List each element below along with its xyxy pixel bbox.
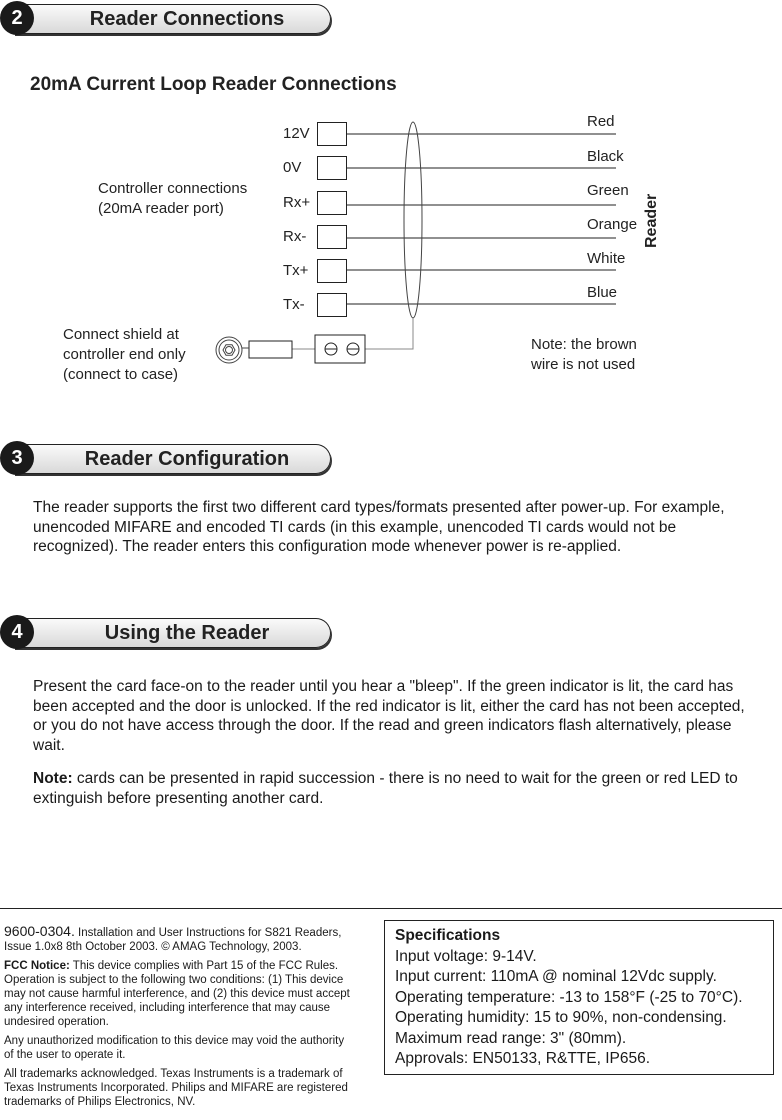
trademark-notice: All trademarks acknowledged. Texas Instr… [4, 1068, 348, 1108]
shield-note-line2: controller end only [63, 346, 186, 363]
fcc-label: FCC Notice: [4, 960, 70, 972]
doc-number: 9600-0304. [4, 923, 75, 939]
footer-divider [0, 908, 782, 909]
configuration-paragraph: The reader supports the first two differ… [33, 499, 725, 555]
brown-wire-note: Note: the brown wire is not used [531, 335, 637, 375]
shield-note: Connect shield at controller end only (c… [63, 325, 186, 385]
wire-label-red: Red [587, 113, 615, 130]
spec-line: Approvals: EN50133, R&TTE, IP656. [395, 1050, 651, 1067]
spec-line: Maximum read range: 3" (80mm). [395, 1029, 627, 1047]
fcc-notice: FCC Notice: This device complies with Pa… [4, 959, 354, 1029]
section-header-reader-configuration: 3 Reader Configuration [0, 441, 334, 475]
wire-label-white: White [587, 250, 626, 267]
modification-notice: Any unauthorized modification to this de… [4, 1035, 345, 1061]
ring-terminal-nut-icon [215, 336, 249, 364]
footer-doc-info: 9600-0304. Installation and User Instruc… [4, 924, 354, 954]
wire-label-black: Black [587, 148, 624, 165]
brown-wire-note-line2: wire is not used [531, 356, 636, 373]
reader-label: Reader [643, 193, 660, 248]
wire-label-orange: Orange [587, 216, 638, 233]
spec-line: Operating humidity: 15 to 90%, non-conde… [395, 1009, 727, 1026]
section-number-badge: 3 [0, 441, 34, 475]
shield-note-line1: Connect shield at [63, 326, 179, 343]
section-title: Using the Reader [104, 622, 270, 644]
spec-line: Input current: 110mA @ nominal 12Vdc sup… [395, 968, 717, 985]
cable-shield-ellipse [403, 121, 423, 319]
section-number-badge: 4 [0, 615, 34, 649]
specifications-title: Specifications [395, 927, 501, 944]
specifications-box: Specifications Input voltage: 9-14V. Inp… [384, 920, 774, 1075]
brown-wire-note-line1: Note: the brown [531, 336, 637, 353]
shield-note-line3: (connect to case) [63, 366, 179, 383]
spec-line: Input voltage: 9-14V. [395, 947, 537, 965]
note-label: Note: [33, 770, 73, 787]
wire-label-green: Green [587, 182, 629, 199]
spec-line: Operating temperature: -13 to 158°F (-25… [395, 988, 743, 1006]
wire-label-blue: Blue [587, 284, 618, 301]
footer-legal: 9600-0304. Installation and User Instruc… [4, 924, 354, 1114]
crimp-lug [248, 340, 293, 359]
section-header-using-the-reader: 4 Using the Reader [0, 615, 334, 649]
using-note: Note: cards can be presented in rapid su… [33, 769, 758, 808]
section-title: Reader Configuration [84, 448, 290, 470]
using-paragraph: Present the card face-on to the reader u… [33, 678, 745, 754]
note-text: cards can be presented in rapid successi… [33, 770, 738, 807]
